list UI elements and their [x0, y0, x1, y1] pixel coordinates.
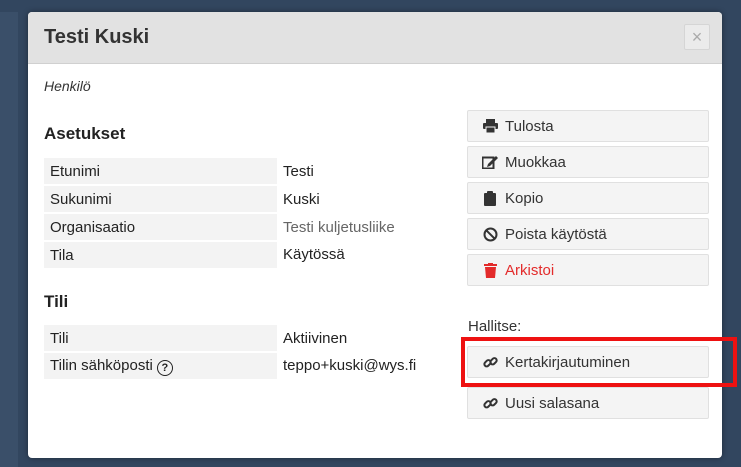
print-button[interactable]: Tulosta — [467, 110, 709, 142]
archive-button[interactable]: Arkistoi — [467, 254, 709, 286]
field-label: Sukunimi — [44, 184, 277, 213]
modal-title: Testi Kuski — [44, 26, 150, 48]
field-value: Aktiivinen — [283, 330, 348, 347]
person-modal: Testi Kuski × Henkilö Asetukset Etunimi … — [28, 12, 722, 458]
table-row: Tila Käytössä — [44, 240, 395, 268]
table-row: Organisaatio Testi kuljetusliike — [44, 212, 395, 241]
one-time-login-label: Kertakirjautuminen — [505, 353, 631, 371]
disable-label: Poista käytöstä — [505, 225, 607, 243]
help-icon[interactable]: ? — [156, 359, 173, 376]
field-value: Kuski — [283, 190, 320, 208]
field-value: Käytössä — [283, 246, 345, 263]
field-label: Etunimi — [44, 158, 277, 185]
modal-subtitle: Henkilö — [44, 78, 91, 94]
clipboard-icon — [482, 190, 498, 206]
field-label: Tilin sähköposti? — [44, 351, 277, 379]
print-icon — [482, 119, 498, 133]
organisation-link[interactable]: Testi kuljetusliike — [277, 213, 395, 241]
email-label-text: Tilin sähköposti — [50, 356, 153, 374]
one-time-login-button[interactable]: Kertakirjautuminen — [467, 346, 709, 378]
settings-table: Etunimi Testi Sukunimi Kuski Organisaati… — [44, 158, 395, 268]
archive-label: Arkistoi — [505, 261, 555, 279]
print-label: Tulosta — [505, 117, 554, 135]
table-row: Sukunimi Kuski — [44, 184, 395, 213]
close-button[interactable]: × — [684, 24, 710, 50]
ban-icon — [482, 227, 498, 242]
account-table: Tili Aktiivinen Tilin sähköposti? teppo+… — [44, 325, 416, 379]
background-sidebar — [0, 12, 18, 467]
table-row: Tili Aktiivinen — [44, 325, 416, 352]
link-icon — [482, 355, 498, 370]
copy-label: Kopio — [505, 189, 544, 207]
table-row: Tilin sähköposti? teppo+kuski@wys.fi — [44, 351, 417, 379]
field-value: teppo+kuski@wys.fi — [283, 357, 417, 374]
trash-icon — [482, 262, 498, 278]
edit-button[interactable]: Muokkaa — [467, 146, 709, 178]
field-label: Organisaatio — [44, 212, 277, 241]
account-heading: Tili — [44, 292, 69, 311]
edit-icon — [482, 155, 498, 169]
field-label: Tila — [44, 240, 277, 268]
disable-button[interactable]: Poista käytöstä — [467, 218, 709, 250]
actions-panel: Tulosta Muokkaa Kopio Poista käytöstä Ar… — [467, 110, 709, 290]
field-value: Testi — [283, 163, 314, 180]
copy-button[interactable]: Kopio — [467, 182, 709, 214]
new-password-label: Uusi salasana — [505, 394, 600, 412]
new-password-button[interactable]: Uusi salasana — [467, 387, 709, 419]
modal-header: Testi Kuski × — [28, 12, 722, 64]
field-label: Tili — [44, 325, 277, 352]
settings-heading: Asetukset — [44, 124, 126, 143]
edit-label: Muokkaa — [505, 153, 566, 171]
manage-label: Hallitse: — [468, 318, 522, 335]
table-row: Etunimi Testi — [44, 158, 395, 185]
link-icon — [482, 396, 498, 411]
